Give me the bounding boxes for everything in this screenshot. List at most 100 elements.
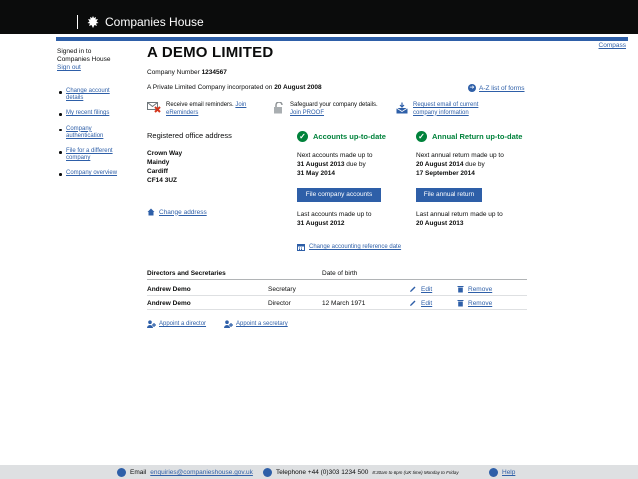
brand-name: Companies House: [105, 15, 204, 29]
remove-action[interactable]: Remove: [457, 285, 492, 293]
annual-return-next-date: 20 August 2014: [416, 161, 464, 168]
accounts-last-info: Last accounts made up to 31 August 2012: [297, 210, 371, 228]
edit-action[interactable]: Edit: [409, 285, 432, 293]
accounts-status-heading: ✓ Accounts up-to-date: [297, 131, 386, 142]
incorporation-date: 20 August 2008: [274, 84, 322, 91]
annual-return-due-by: due by: [465, 161, 485, 168]
director-role: Director: [268, 300, 291, 307]
footer-phone: Telephone +44 (0)303 1234 500 8:30am to …: [263, 468, 459, 477]
signed-in-line1: Signed in to: [57, 48, 92, 55]
site-footer: Email enquiries@companieshouse.gov.uk Te…: [0, 465, 638, 479]
change-accounting-date-label[interactable]: Change accounting reference date: [309, 244, 401, 250]
signed-in-line2: Companies House: [57, 56, 111, 63]
sidebar-item-recent-filings: My recent filings: [59, 110, 119, 117]
address-line: Crown Way: [147, 150, 183, 157]
brand-logo[interactable]: Companies House: [77, 14, 204, 30]
table-row: Andrew Demo Secretary Edit Remove: [147, 283, 527, 296]
sidebar-nav: Change account details My recent filings…: [59, 88, 119, 186]
sidebar-item-change-account-details: Change account details: [59, 88, 119, 102]
top-right-link[interactable]: Compass: [599, 42, 626, 49]
email-icon: [117, 468, 126, 477]
accounts-last-date: 31 August 2012: [297, 220, 345, 227]
appoint-secretary-link[interactable]: Appoint a secretary: [224, 320, 288, 328]
director-role: Secretary: [268, 286, 296, 293]
table-row: Andrew Demo Director 12 March 1971 Edit …: [147, 297, 527, 310]
padlock-icon: [274, 102, 283, 114]
company-number-label: Company Number: [147, 69, 200, 76]
annual-return-next-label: Next annual return made up to: [416, 152, 504, 159]
email-info-link-line1[interactable]: Request email of current: [413, 102, 478, 108]
footer-email-label: Email: [130, 469, 147, 476]
signed-in-status: Signed in to Companies House Sign out: [57, 48, 110, 72]
sidebar-item-label[interactable]: Company overview: [66, 170, 117, 176]
annual-return-status-heading: ✓ Annual Return up-to-date: [416, 131, 522, 142]
join-proof-link[interactable]: Join PROOF: [290, 110, 324, 116]
appoint-secretary-label[interactable]: Appoint a secretary: [236, 321, 288, 327]
address-line: Maindy: [147, 159, 170, 166]
proof-text: Safeguard your company details.: [290, 102, 378, 108]
appoint-director-link[interactable]: Appoint a director: [147, 320, 206, 328]
crown-crest-icon: [87, 16, 99, 28]
sidebar-item-label[interactable]: Company authentication: [66, 126, 103, 139]
registered-office-heading: Registered office address: [147, 131, 232, 140]
company-type: A Private Limited Company incorporated o…: [147, 84, 322, 91]
edit-link[interactable]: Edit: [421, 286, 432, 293]
footer-phone-hours: 8:30am to 6pm (UK time) Monday to Friday: [372, 470, 459, 475]
home-icon: [147, 208, 155, 216]
company-number: Company Number 1234567: [147, 69, 227, 76]
accounts-next-label: Next accounts made up to: [297, 152, 373, 159]
registered-address: Crown Way Maindy Cardiff CF14 3UZ: [147, 149, 182, 185]
trash-icon: [457, 300, 464, 307]
footer-help-link[interactable]: Help: [502, 469, 515, 476]
ereminders-join-link[interactable]: Join: [235, 102, 246, 108]
sidebar-item-label[interactable]: My recent filings: [66, 110, 109, 116]
sidebar-item-company-overview: Company overview: [59, 170, 119, 177]
phone-icon: [263, 468, 272, 477]
footer-email-link[interactable]: enquiries@companieshouse.gov.uk: [150, 469, 253, 476]
remove-link[interactable]: Remove: [468, 300, 492, 307]
ereminders-promo: Receive email reminders. Join eReminders: [147, 102, 246, 117]
annual-return-due-date: 17 September 2014: [416, 170, 475, 177]
az-forms-label[interactable]: A-Z list of forms: [479, 85, 525, 92]
directors-heading: Directors and Secretaries: [147, 270, 226, 277]
company-number-value: 1234567: [201, 69, 227, 76]
add-person-icon: [147, 320, 156, 328]
edit-action[interactable]: Edit: [409, 299, 432, 307]
arrow-right-icon: ➔: [468, 84, 476, 92]
add-person-icon: [224, 320, 233, 328]
email-info-link-line2[interactable]: company information: [413, 110, 469, 116]
footer-help[interactable]: Help: [489, 468, 515, 477]
email-info-promo: Request email of current company informa…: [396, 102, 478, 117]
directors-table-header: Directors and Secretaries Date of birth: [147, 268, 527, 280]
check-circle-icon: ✓: [416, 131, 427, 142]
change-address-link[interactable]: Change address: [147, 208, 207, 216]
director-name: Andrew Demo: [147, 286, 191, 293]
check-circle-icon: ✓: [297, 131, 308, 142]
annual-return-last-date: 20 August 2013: [416, 220, 464, 227]
dob-column-heading: Date of birth: [322, 270, 358, 277]
change-address-label[interactable]: Change address: [159, 209, 207, 216]
footer-phone-label: Telephone +44 (0)303 1234 500: [276, 469, 369, 476]
pencil-icon: [410, 300, 416, 306]
accounts-due-date: 31 May 2014: [297, 170, 335, 177]
remove-link[interactable]: Remove: [468, 286, 492, 293]
annual-return-last-label: Last annual return made up to: [416, 211, 503, 218]
edit-link[interactable]: Edit: [421, 300, 432, 307]
sign-out-link[interactable]: Sign out: [57, 64, 81, 71]
ereminders-link[interactable]: eReminders: [166, 110, 198, 116]
file-annual-return-button[interactable]: File annual return: [416, 188, 482, 202]
file-company-accounts-button[interactable]: File company accounts: [297, 188, 381, 202]
ereminders-text: Receive email reminders.: [166, 102, 234, 108]
annual-return-next-info: Next annual return made up to 20 August …: [416, 151, 504, 178]
page-title: A DEMO LIMITED: [147, 44, 274, 61]
trash-icon: [457, 286, 464, 293]
change-accounting-date-link[interactable]: Change accounting reference date: [297, 243, 401, 251]
sidebar-item-label[interactable]: File for a different company: [66, 148, 113, 161]
sidebar-item-different-company: File for a different company: [59, 148, 119, 162]
sidebar-item-label[interactable]: Change account details: [66, 88, 110, 101]
annual-return-last-info: Last annual return made up to 20 August …: [416, 210, 503, 228]
accounts-last-label: Last accounts made up to: [297, 211, 372, 218]
appoint-director-label[interactable]: Appoint a director: [159, 321, 206, 327]
az-forms-link[interactable]: ➔ A-Z list of forms: [468, 84, 525, 92]
remove-action[interactable]: Remove: [457, 299, 492, 307]
